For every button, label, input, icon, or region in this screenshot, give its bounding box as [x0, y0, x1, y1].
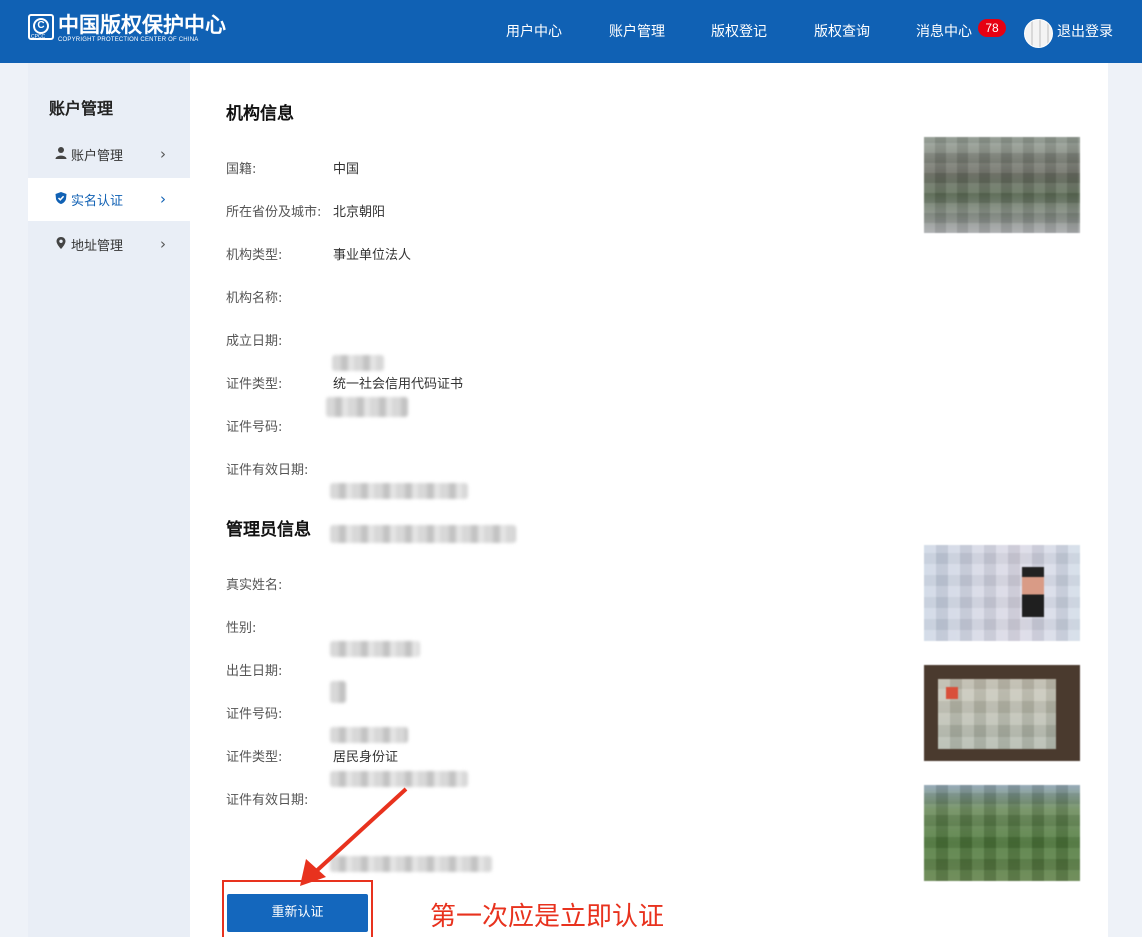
avatar[interactable]: [1024, 19, 1053, 48]
message-count-badge: 78: [978, 19, 1006, 37]
nav-message-center[interactable]: 消息中心: [916, 0, 972, 63]
nav-account-management[interactable]: 账户管理: [609, 0, 665, 63]
id-card-back-image[interactable]: [924, 785, 1080, 881]
nav-copyright-registration[interactable]: 版权登记: [711, 0, 767, 63]
redacted-value: [330, 483, 468, 499]
annotation-note: 第一次应是立即认证: [430, 902, 665, 932]
sidebar-item-address-management[interactable]: 地址管理 ›: [28, 223, 190, 266]
org-license-image[interactable]: [924, 137, 1080, 233]
user-icon: [55, 147, 67, 159]
sidebar-item-account-management[interactable]: 账户管理 ›: [28, 133, 190, 176]
location-pin-icon: [56, 237, 66, 249]
top-navigation-bar: C CPCC 中国版权保护中心 COPYRIGHT PROTECTION CEN…: [0, 0, 1142, 63]
redacted-value: [326, 397, 408, 417]
redacted-value: [330, 681, 346, 703]
chevron-right-icon: ›: [160, 145, 166, 163]
sidebar-item-label: 地址管理: [71, 239, 124, 254]
id-card-front-image[interactable]: [924, 665, 1080, 761]
sidebar-item-label: 账户管理: [71, 149, 124, 164]
nav-copyright-query[interactable]: 版权查询: [814, 0, 870, 63]
sidebar: 账户管理 账户管理 › 实名认证 › 地址管理 ›: [28, 63, 190, 937]
copyright-logo-icon: C CPCC: [28, 14, 54, 40]
logo-subtitle: COPYRIGHT PROTECTION CENTER OF CHINA: [58, 37, 199, 43]
redacted-value: [330, 525, 516, 543]
logout-link[interactable]: 退出登录: [1057, 0, 1113, 63]
shield-icon: [55, 192, 67, 204]
annotation-arrow-icon: [300, 787, 408, 886]
chevron-right-icon: ›: [160, 190, 166, 208]
sidebar-item-label: 实名认证: [71, 194, 124, 209]
nav-user-center[interactable]: 用户中心: [506, 0, 562, 63]
admin-photo-with-id-image[interactable]: [924, 545, 1080, 641]
sidebar-title: 账户管理: [49, 99, 114, 118]
logo-title: 中国版权保护中心: [58, 13, 226, 37]
site-logo[interactable]: C CPCC 中国版权保护中心 COPYRIGHT PROTECTION CEN…: [28, 14, 226, 46]
redacted-value: [330, 641, 420, 657]
sidebar-item-real-name-auth[interactable]: 实名认证 ›: [28, 178, 190, 221]
redacted-value: [332, 355, 384, 371]
chevron-right-icon: ›: [160, 235, 166, 253]
redacted-value: [330, 727, 408, 743]
admin-info-title: 管理员信息: [226, 520, 311, 540]
org-info-title: 机构信息: [226, 104, 294, 124]
